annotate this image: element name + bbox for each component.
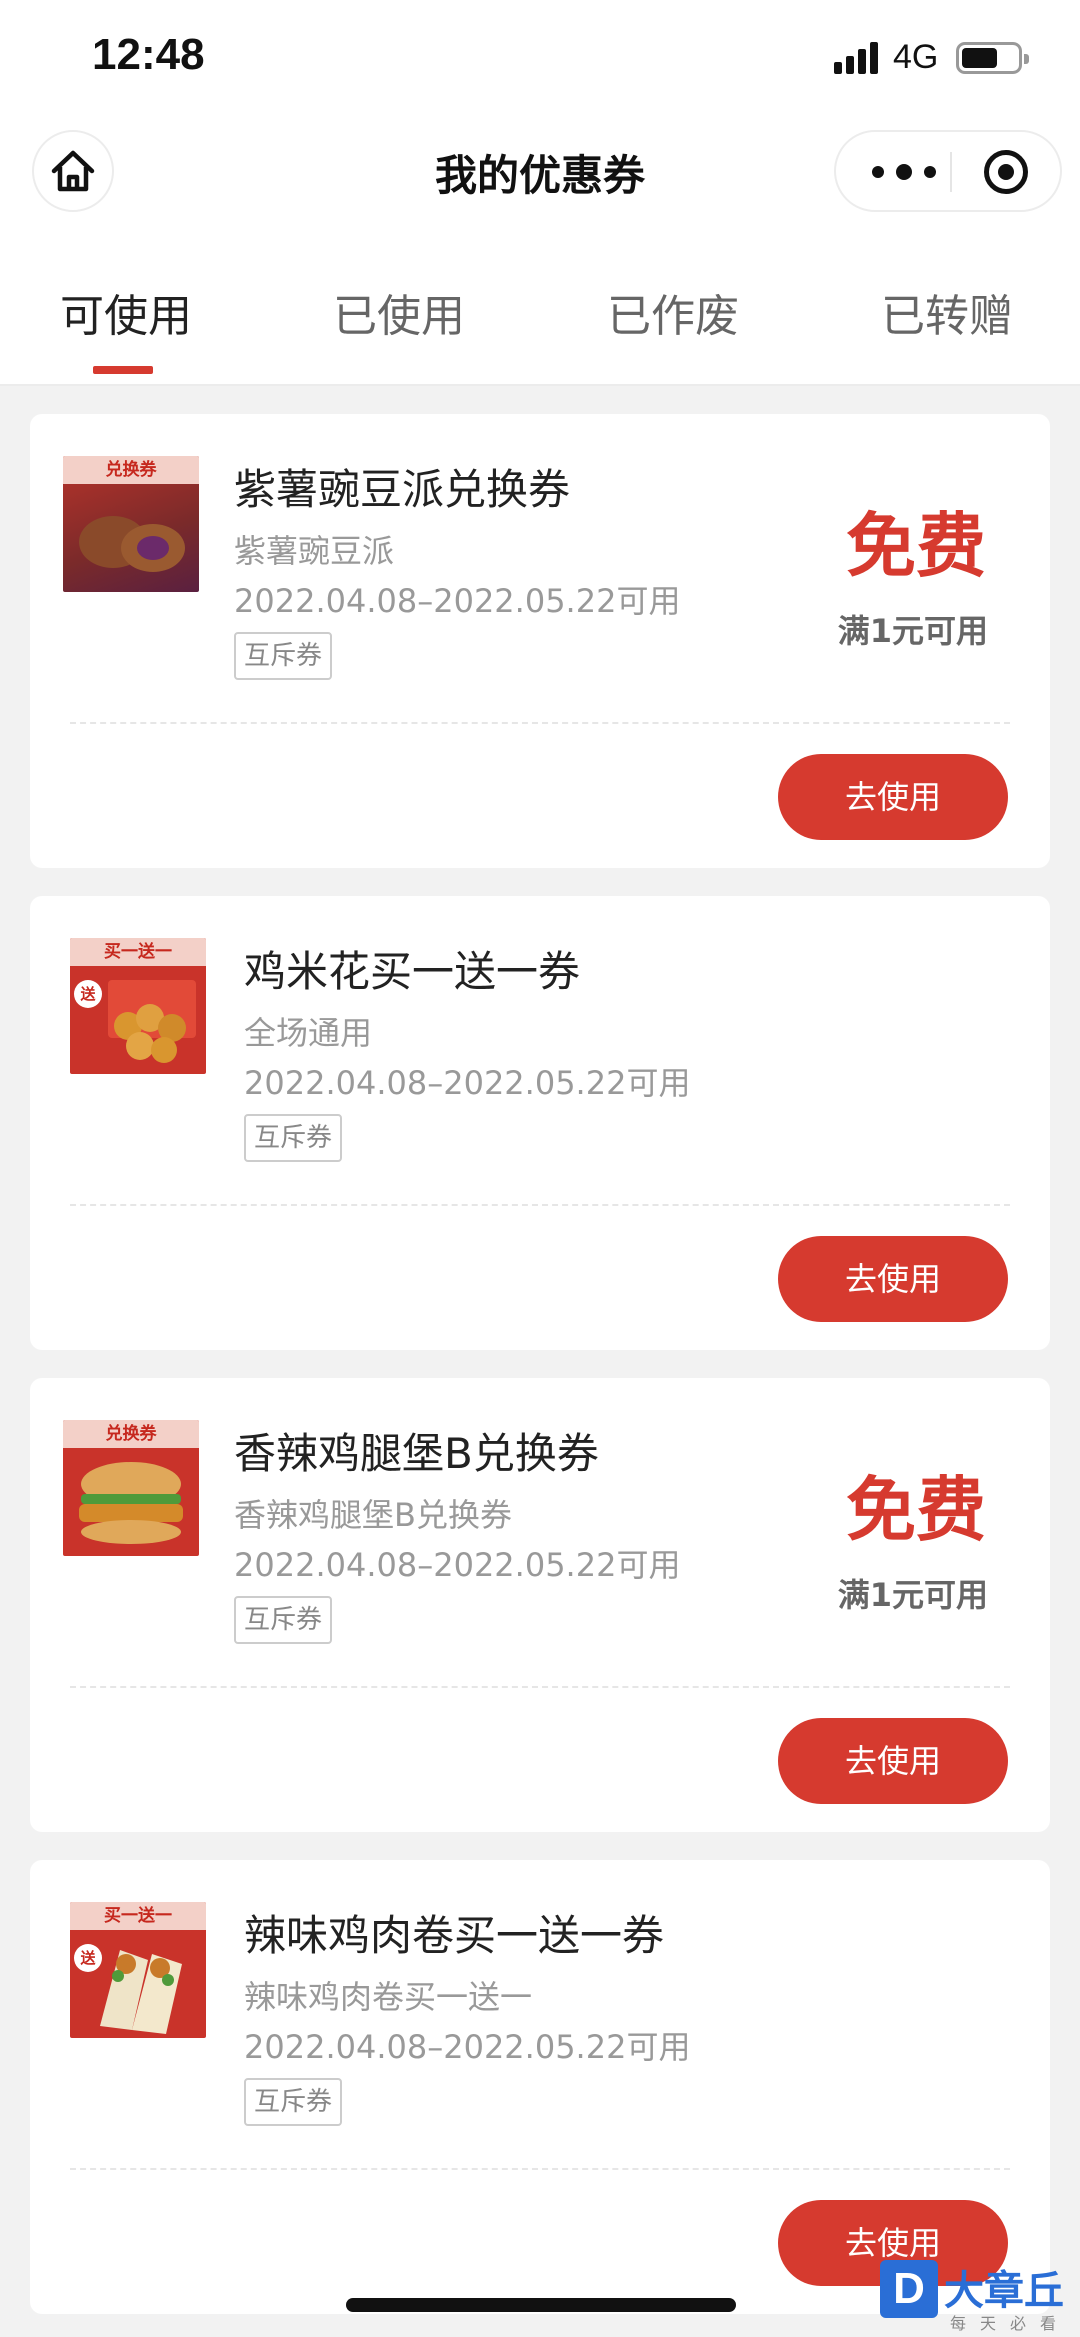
coupon-title: 紫薯豌豆派兑换券	[234, 465, 571, 514]
coupon-thumbnail: 买一送一 送	[70, 1902, 206, 2038]
coupon-card[interactable]: 买一送一 送 辣味鸡肉卷买一送一券 辣味鸡肉卷买一送一 2022.04.08–2…	[30, 1860, 1050, 2314]
use-coupon-button[interactable]: 去使用	[778, 1718, 1008, 1804]
use-coupon-button[interactable]: 去使用	[778, 754, 1008, 840]
exclusive-tag: 互斥券	[234, 632, 333, 680]
tab-available[interactable]: 可使用	[60, 280, 192, 344]
coupon-card[interactable]: 买一送一 送 鸡米花买一送一券 全场通用 2022.04.08–2022.05.…	[30, 896, 1050, 1350]
target-icon[interactable]	[984, 150, 1028, 194]
exclusive-tag: 互斥券	[234, 1596, 333, 1644]
coupon-subtitle: 辣味鸡肉卷买一送一	[244, 1978, 533, 2016]
nav-bar: 我的优惠券	[0, 118, 1080, 236]
card-divider	[70, 1686, 1010, 1688]
watermark-slogan: 每天必看	[950, 2314, 1071, 2333]
coupon-thumbnail: 兑换券	[63, 456, 199, 592]
status-bar: 12:48 4G	[0, 0, 1080, 118]
active-tab-indicator	[93, 366, 153, 374]
app-root: 12:48 4G 我的优惠券 可使用 已使用 已作废 已转赠 兑换券 紫薯豌豆派…	[0, 0, 1080, 2337]
watermark: D 大章丘 每天必看	[880, 2260, 1080, 2337]
card-divider	[70, 2168, 1010, 2170]
coupon-card[interactable]: 兑换券 紫薯豌豆派兑换券 紫薯豌豆派 2022.04.08–2022.05.22…	[30, 414, 1050, 868]
coupon-validity: 2022.04.08–2022.05.22可用	[234, 1546, 681, 1584]
coupon-title: 鸡米花买一送一券	[244, 947, 581, 996]
exclusive-tag: 互斥券	[244, 1114, 343, 1162]
home-indicator	[346, 2298, 736, 2312]
food-image	[108, 980, 196, 1063]
food-image	[79, 1462, 183, 1544]
food-image	[100, 1950, 182, 2034]
coupon-validity: 2022.04.08–2022.05.22可用	[244, 2028, 691, 2066]
capsule-divider	[950, 152, 952, 192]
tab-used[interactable]: 已使用	[333, 280, 465, 344]
coupon-title: 辣味鸡肉卷买一送一券	[244, 1911, 665, 1960]
food-image	[79, 516, 185, 572]
coupon-subtitle: 紫薯豌豆派	[234, 532, 395, 570]
signal-icon	[834, 42, 880, 74]
tab-void[interactable]: 已作废	[607, 280, 739, 344]
card-divider	[70, 1204, 1010, 1206]
tab-transferred[interactable]: 已转赠	[881, 280, 1013, 344]
coupon-thumbnail: 兑换券	[63, 1420, 199, 1556]
coupon-validity: 2022.04.08–2022.05.22可用	[244, 1064, 691, 1102]
thumb-ribbon: 兑换券	[63, 456, 199, 484]
coupon-subtitle: 香辣鸡腿堡B兑换券	[234, 1496, 512, 1534]
coupon-condition: 满1元可用	[837, 1576, 988, 1614]
thumb-ribbon: 买一送一	[70, 1902, 206, 1930]
coupon-tabs: 可使用 已使用 已作废 已转赠	[0, 236, 1080, 386]
coupon-price: 免费	[846, 505, 986, 587]
coupon-card[interactable]: 兑换券 香辣鸡腿堡B兑换券 香辣鸡腿堡B兑换券 2022.04.08–2022.…	[30, 1378, 1050, 1832]
coupon-subtitle: 全场通用	[244, 1014, 373, 1052]
exclusive-tag: 互斥券	[244, 2078, 343, 2126]
watermark-logo: D	[880, 2260, 938, 2318]
coupon-condition: 满1元可用	[837, 612, 988, 650]
coupon-price: 免费	[846, 1469, 986, 1551]
card-divider	[70, 722, 1010, 724]
more-dots-icon[interactable]	[872, 156, 936, 188]
battery-icon	[956, 42, 1029, 74]
battery-level	[962, 48, 997, 68]
use-coupon-button[interactable]: 去使用	[778, 1236, 1008, 1322]
thumb-ribbon: 买一送一	[70, 938, 206, 966]
mini-program-capsule	[834, 130, 1062, 212]
status-time: 12:48	[92, 30, 205, 79]
thumb-ribbon: 兑换券	[63, 1420, 199, 1448]
network-type: 4G	[893, 38, 939, 76]
coupon-thumbnail: 买一送一 送	[70, 938, 206, 1074]
watermark-name: 大章丘	[944, 2268, 1064, 2314]
coupon-title: 香辣鸡腿堡B兑换券	[234, 1429, 599, 1478]
coupon-validity: 2022.04.08–2022.05.22可用	[234, 582, 681, 620]
